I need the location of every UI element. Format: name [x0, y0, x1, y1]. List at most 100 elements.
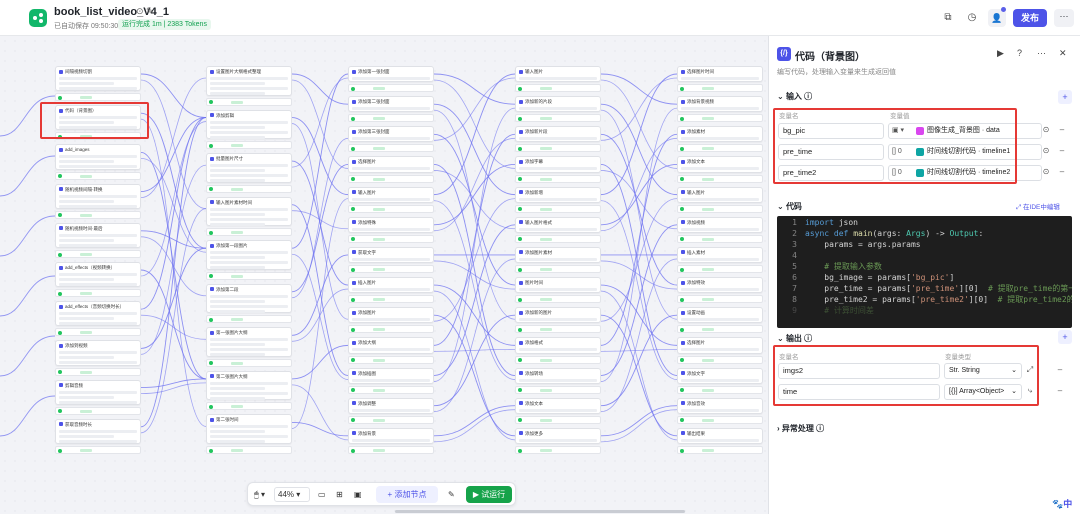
workflow-node[interactable]: 批量图片尺寸	[206, 153, 292, 183]
node-run-status[interactable]	[348, 385, 434, 394]
workflow-node[interactable]: 添加背景	[348, 427, 434, 444]
node-run-status[interactable]	[515, 265, 601, 274]
workflow-node[interactable]: 输入图片	[515, 66, 601, 83]
node-run-status[interactable]	[677, 204, 763, 213]
edit-in-ide-link[interactable]: ⤢ 在IDE中编辑	[1016, 201, 1060, 212]
workflow-node[interactable]: 选择图片	[348, 156, 434, 173]
node-run-status[interactable]	[515, 144, 601, 153]
ref-clear-icon[interactable]: ⊙	[1041, 125, 1051, 134]
workflow-node[interactable]: 添加文本	[677, 156, 763, 173]
node-run-status[interactable]	[515, 234, 601, 243]
workflow-node[interactable]: 随机视频间隔·转换	[55, 183, 141, 209]
node-run-status[interactable]	[677, 385, 763, 394]
workflow-node[interactable]: 添加新增	[515, 186, 601, 203]
workflow-node[interactable]: 获取文字	[348, 246, 434, 264]
panel-title[interactable]: 代码（背景图）	[795, 48, 865, 63]
node-run-status[interactable]	[677, 114, 763, 123]
node-run-status[interactable]	[515, 84, 601, 93]
more-menu-icon[interactable]: ···	[1054, 9, 1074, 27]
workflow-node[interactable]: 添加更多	[515, 427, 601, 444]
remove-input-icon[interactable]: –	[1057, 146, 1067, 155]
node-run-status[interactable]	[206, 271, 292, 280]
node-run-status[interactable]	[206, 315, 292, 324]
node-run-status[interactable]	[515, 204, 601, 213]
workflow-node[interactable]: 获取音频时长	[55, 418, 141, 444]
workflow-node[interactable]: 输入图片格式	[515, 216, 601, 233]
workflow-node[interactable]: 第一张图片大纲	[206, 327, 292, 357]
workflow-node[interactable]: 添加新的图片	[515, 307, 601, 324]
publish-button[interactable]: 发布	[1013, 9, 1047, 27]
add-output-button[interactable]: +	[1058, 330, 1072, 344]
output-section-header[interactable]: ⌄ 输出 ⓘ	[777, 333, 812, 344]
workflow-node[interactable]: 选择图片	[677, 337, 763, 354]
node-run-status[interactable]	[515, 355, 601, 364]
node-run-status[interactable]	[55, 250, 141, 258]
workflow-node[interactable]: 随机视频时间·最后	[55, 222, 141, 248]
code-editor[interactable]: 1 import json 2 async def main(args: Args)…	[777, 216, 1072, 328]
workflow-node[interactable]: 添加第二段	[206, 283, 292, 314]
node-run-status[interactable]	[348, 234, 434, 243]
node-run-status[interactable]	[348, 415, 434, 424]
node-run-status[interactable]	[515, 325, 601, 334]
workflow-node[interactable]: 添加图片	[348, 307, 434, 324]
workflow-node[interactable]: 添加第三张封面	[348, 126, 434, 143]
zoom-select[interactable]: 44% ▾	[274, 487, 310, 502]
workflow-node[interactable]: 插入素材	[677, 246, 763, 264]
remove-output-icon[interactable]: –	[1055, 365, 1065, 374]
copy-icon[interactable]: ⧉	[940, 10, 956, 26]
help-icon[interactable]: ?	[1017, 48, 1022, 58]
workflow-node[interactable]: 输入图片素材时间	[206, 196, 292, 227]
debug-icon[interactable]: ✎	[448, 488, 455, 502]
node-run-status[interactable]	[677, 355, 763, 364]
workflow-node[interactable]: 剪辑音频	[55, 379, 141, 405]
node-run-status[interactable]	[206, 446, 292, 454]
node-run-status[interactable]	[515, 114, 601, 123]
workflow-node[interactable]: add_effects（音频切换时长）	[55, 301, 141, 327]
input-section-header[interactable]: ⌄ 输入 ⓘ	[777, 91, 812, 102]
test-run-button[interactable]: ▶ 试运行	[466, 486, 512, 503]
node-run-status[interactable]	[206, 97, 292, 106]
node-run-status[interactable]	[677, 325, 763, 334]
remove-input-icon[interactable]: –	[1057, 125, 1067, 134]
workflow-canvas[interactable]: 间隔视频切割 代码（背景图） add_images 随机视频间隔·转换 随机视频时间·最…	[0, 36, 768, 514]
node-run-status[interactable]	[206, 141, 292, 150]
workflow-node[interactable]: 设置动画	[677, 307, 763, 324]
node-run-status[interactable]	[55, 171, 141, 180]
workflow-node[interactable]: 添加大纲	[348, 337, 434, 354]
workflow-node[interactable]: 添加文字	[677, 367, 763, 384]
workflow-node[interactable]: 添加音效	[677, 397, 763, 414]
workflow-node[interactable]: 添加特效	[677, 277, 763, 294]
node-run-status[interactable]	[348, 174, 434, 183]
node-run-status[interactable]	[55, 328, 141, 337]
workflow-node[interactable]: 添加特殊	[348, 216, 434, 233]
add-node-button[interactable]: + 添加节点	[376, 486, 438, 503]
node-run-status[interactable]	[677, 265, 763, 274]
workflow-node[interactable]: 添加到视频	[55, 340, 141, 366]
node-run-status[interactable]	[348, 325, 434, 334]
workflow-node[interactable]: 图片时间	[515, 277, 601, 294]
horizontal-scrollbar[interactable]	[395, 510, 685, 513]
node-run-status[interactable]	[206, 228, 292, 237]
node-run-status[interactable]	[677, 84, 763, 93]
node-run-status[interactable]	[206, 402, 292, 411]
workflow-node[interactable]: 插入图片	[348, 277, 434, 294]
node-run-status[interactable]	[677, 234, 763, 243]
history-icon[interactable]: ◷	[964, 10, 980, 26]
workflow-node[interactable]: 添加背景视频	[677, 96, 763, 113]
workflow-node[interactable]: 添加视频	[677, 216, 763, 233]
code-section-header[interactable]: ⌄ 代码	[777, 201, 802, 212]
node-run-status[interactable]	[677, 174, 763, 183]
node-run-status[interactable]	[515, 174, 601, 183]
workflow-node[interactable]: 第二张图片大纲	[206, 370, 292, 401]
comment-icon[interactable]: ▭	[318, 488, 326, 502]
node-run-status[interactable]	[55, 289, 141, 298]
node-run-status[interactable]	[55, 446, 141, 454]
close-icon[interactable]: ✕	[1059, 48, 1067, 59]
add-input-button[interactable]: +	[1058, 90, 1072, 104]
workflow-node[interactable]: add_images	[55, 144, 141, 170]
workflow-node[interactable]: 添加第一段图片	[206, 240, 292, 270]
node-run-status[interactable]	[677, 295, 763, 304]
node-run-status[interactable]	[348, 114, 434, 123]
node-run-status[interactable]	[348, 295, 434, 304]
workflow-node[interactable]: 输入图片	[348, 186, 434, 203]
